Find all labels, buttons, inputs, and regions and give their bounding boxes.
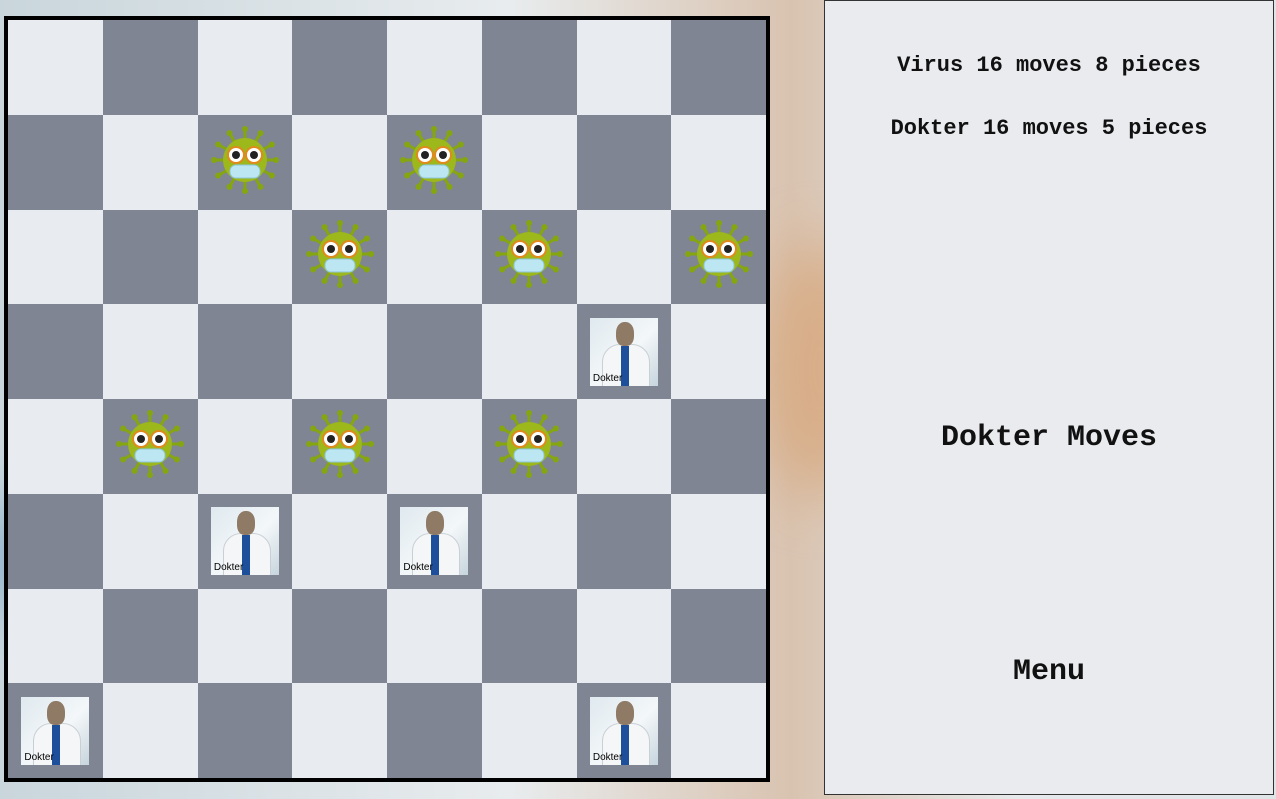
- board-square[interactable]: [292, 683, 387, 778]
- board-square[interactable]: [671, 399, 766, 494]
- board-square[interactable]: [8, 588, 103, 684]
- virus-piece-icon[interactable]: [684, 219, 754, 294]
- board-square[interactable]: [671, 209, 766, 305]
- board-square[interactable]: [387, 304, 482, 399]
- doctor-piece-icon[interactable]: Dokter: [589, 317, 658, 386]
- doctor-piece-icon[interactable]: Dokter: [210, 507, 279, 576]
- board-square[interactable]: [8, 209, 103, 305]
- board-square[interactable]: [197, 20, 293, 115]
- virus-piece-icon[interactable]: [494, 219, 564, 294]
- board-square[interactable]: [292, 114, 387, 210]
- board-square[interactable]: [292, 304, 387, 399]
- board-square[interactable]: [8, 20, 103, 115]
- board-square[interactable]: [197, 399, 293, 494]
- board-square[interactable]: [576, 20, 672, 115]
- dokter-stats: Dokter 16 moves 5 pieces: [890, 116, 1208, 141]
- board-square[interactable]: [102, 114, 198, 210]
- board-square[interactable]: [576, 114, 672, 210]
- board-square[interactable]: [197, 209, 293, 305]
- board-square[interactable]: Dokter: [576, 304, 672, 399]
- board-square[interactable]: [292, 588, 387, 684]
- board-square[interactable]: [387, 20, 482, 115]
- board-square[interactable]: Dokter: [387, 493, 482, 589]
- side-panel: Virus 16 moves 8 pieces Dokter 16 moves …: [824, 0, 1274, 795]
- board-square[interactable]: [102, 399, 198, 494]
- board-square[interactable]: [576, 399, 672, 494]
- board-square[interactable]: [8, 114, 103, 210]
- board-square[interactable]: [481, 20, 577, 115]
- board-square[interactable]: [292, 399, 387, 494]
- board-square[interactable]: [481, 493, 577, 589]
- board-square[interactable]: [481, 114, 577, 210]
- doctor-piece-icon[interactable]: Dokter: [400, 507, 469, 576]
- board-square[interactable]: [671, 20, 766, 115]
- board-square[interactable]: [387, 114, 482, 210]
- board-square[interactable]: [8, 399, 103, 494]
- board-square[interactable]: [197, 683, 293, 778]
- board-square[interactable]: Dokter: [576, 683, 672, 778]
- board-square[interactable]: [481, 399, 577, 494]
- board-square[interactable]: [102, 493, 198, 589]
- board-square[interactable]: [576, 493, 672, 589]
- game-board: Dokter Dokter Dokter Dokter Dokter: [4, 16, 770, 782]
- board-square[interactable]: [102, 683, 198, 778]
- board-square[interactable]: [671, 683, 766, 778]
- board-square[interactable]: [292, 493, 387, 589]
- board-square[interactable]: [102, 20, 198, 115]
- board-square[interactable]: [387, 683, 482, 778]
- doctor-piece-icon[interactable]: Dokter: [21, 696, 90, 765]
- board-square[interactable]: [387, 588, 482, 684]
- board-square[interactable]: [102, 209, 198, 305]
- board-square[interactable]: [671, 588, 766, 684]
- board-square[interactable]: [197, 304, 293, 399]
- doctor-piece-icon[interactable]: Dokter: [589, 696, 658, 765]
- board-square[interactable]: [671, 304, 766, 399]
- board-square[interactable]: [576, 209, 672, 305]
- virus-stats: Virus 16 moves 8 pieces: [897, 53, 1201, 78]
- turn-indicator: Dokter Moves: [940, 421, 1158, 455]
- board-square[interactable]: [481, 588, 577, 684]
- doctor-piece-label: Dokter: [24, 751, 54, 763]
- board-square[interactable]: [481, 304, 577, 399]
- board-square[interactable]: [481, 209, 577, 305]
- doctor-piece-label: Dokter: [213, 562, 244, 574]
- board-square[interactable]: Dokter: [8, 683, 103, 778]
- doctor-piece-label: Dokter: [592, 372, 623, 384]
- board-square[interactable]: [671, 114, 766, 210]
- board-square[interactable]: [292, 20, 387, 115]
- board-square[interactable]: [292, 209, 387, 305]
- board-square[interactable]: [387, 209, 482, 305]
- board-square[interactable]: [576, 588, 672, 684]
- virus-piece-icon[interactable]: [305, 409, 375, 484]
- menu-button[interactable]: Menu: [825, 655, 1273, 689]
- doctor-piece-label: Dokter: [403, 562, 433, 574]
- virus-piece-icon[interactable]: [399, 125, 469, 200]
- board-square[interactable]: [197, 588, 293, 684]
- board-square[interactable]: [8, 304, 103, 399]
- board-square[interactable]: Dokter: [197, 493, 293, 589]
- virus-piece-icon[interactable]: [494, 409, 564, 484]
- board-square[interactable]: [8, 493, 103, 589]
- virus-piece-icon[interactable]: [305, 219, 375, 294]
- board-square[interactable]: [102, 588, 198, 684]
- doctor-piece-label: Dokter: [592, 751, 623, 763]
- board-square[interactable]: [387, 399, 482, 494]
- board-square[interactable]: [197, 114, 293, 210]
- board-square[interactable]: [671, 493, 766, 589]
- virus-piece-icon[interactable]: [210, 125, 280, 200]
- board-square[interactable]: [481, 683, 577, 778]
- virus-piece-icon[interactable]: [115, 409, 185, 484]
- board-square[interactable]: [102, 304, 198, 399]
